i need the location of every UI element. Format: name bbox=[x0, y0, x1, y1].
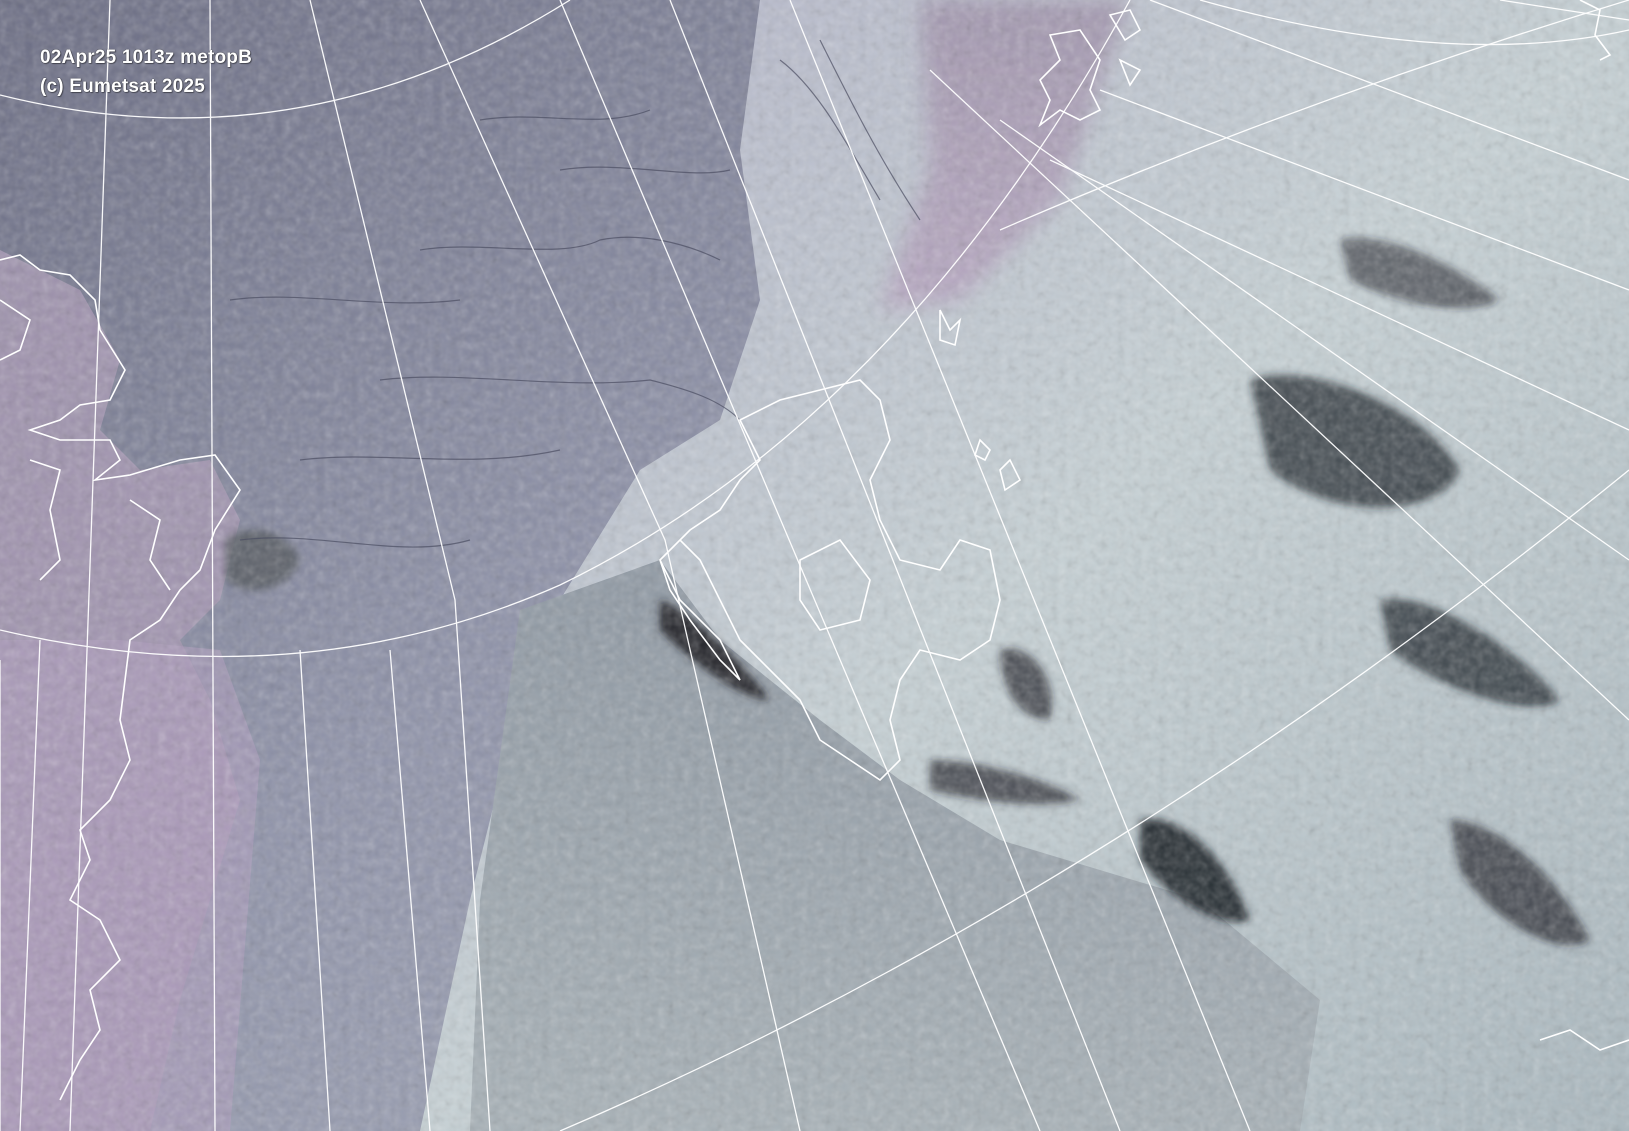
satellite-image bbox=[0, 0, 1629, 1131]
image-texture bbox=[0, 0, 1629, 1131]
image-caption-date: 02Apr25 1013z metopB bbox=[40, 47, 253, 68]
satellite-image-viewer: 02Apr25 1013z metopB (c) Eumetsat 2025 bbox=[0, 0, 1629, 1131]
image-caption-copyright: (c) Eumetsat 2025 bbox=[40, 76, 205, 97]
